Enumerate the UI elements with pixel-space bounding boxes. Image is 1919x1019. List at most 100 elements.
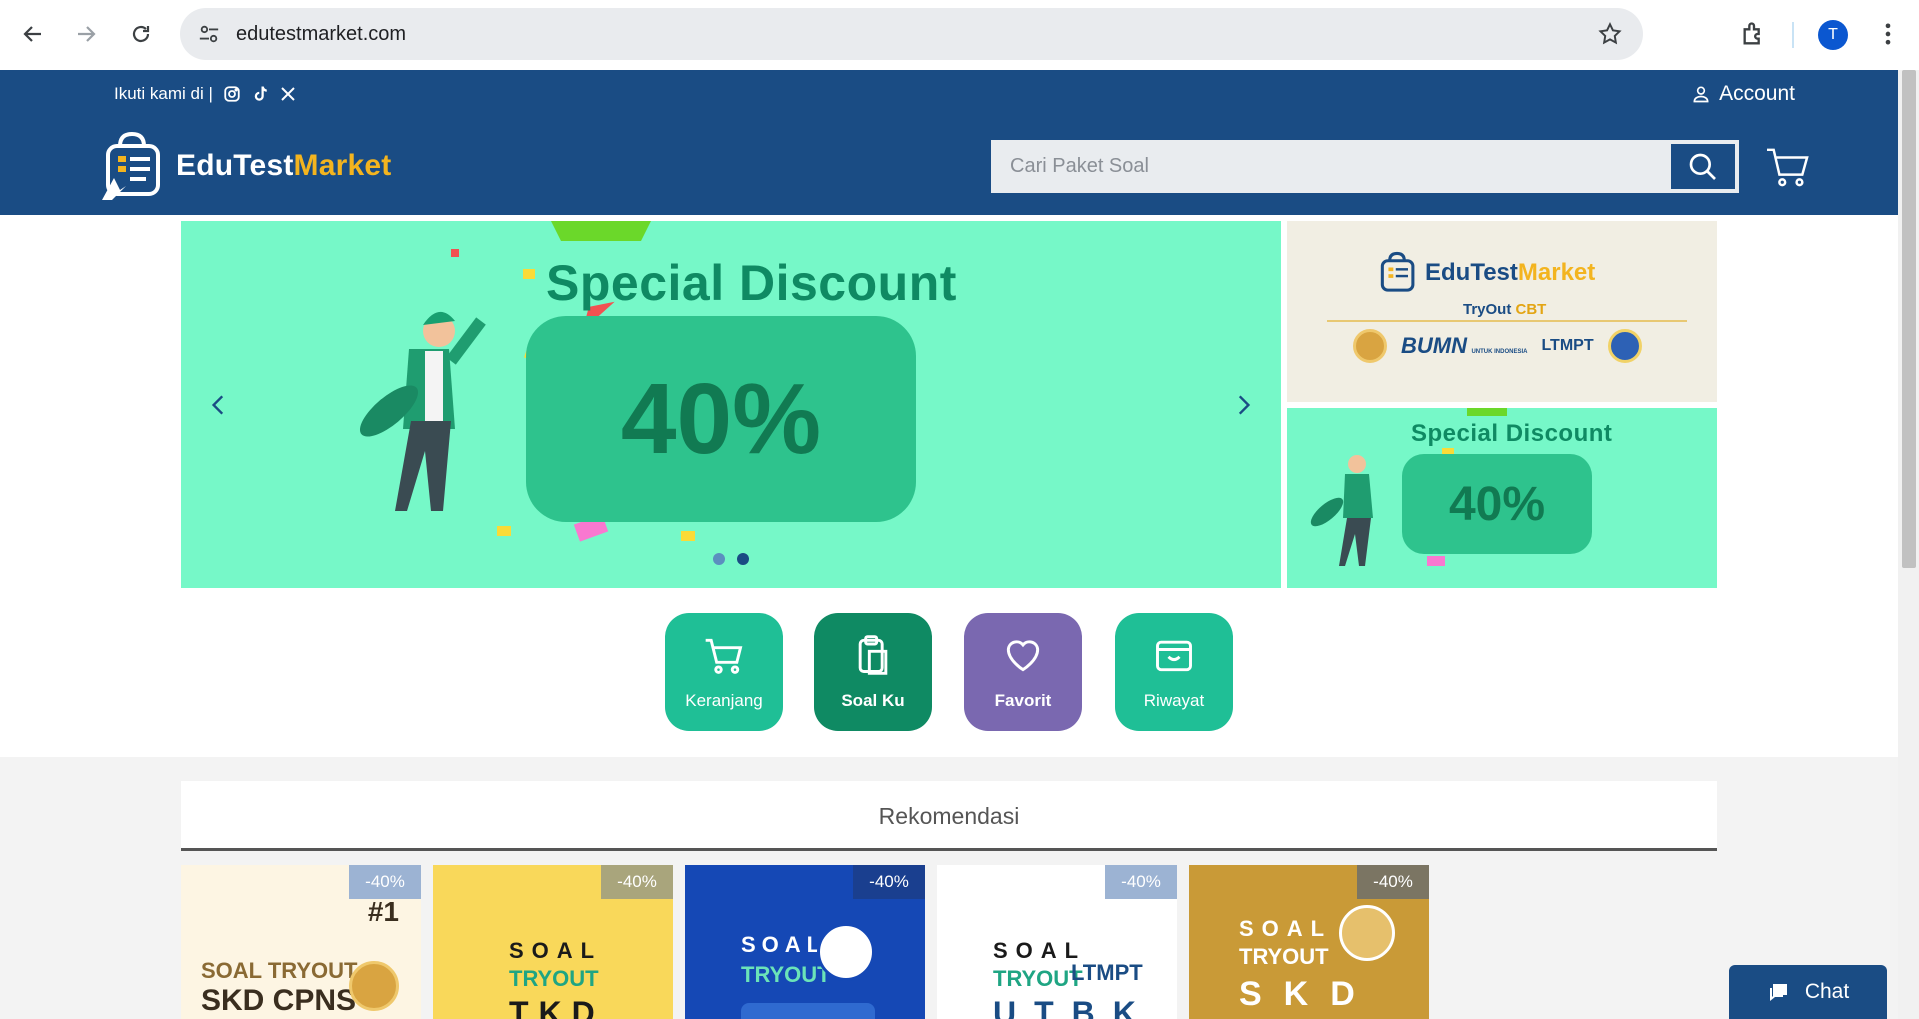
x-twitter-icon[interactable] xyxy=(279,85,297,103)
search-box xyxy=(991,140,1739,193)
brand-main: EduTest xyxy=(176,149,294,182)
arrow-right-icon xyxy=(78,26,96,42)
instagram-icon[interactable] xyxy=(223,85,241,103)
product-card[interactable]: -40% #1 SOAL TRYOUT SKD CPNS xyxy=(181,865,421,1019)
card-ribbon xyxy=(741,1003,875,1019)
social-follow: Ikuti kami di | xyxy=(114,84,297,104)
cart-icon xyxy=(705,638,743,674)
side-banner-brand: EduTestMarket xyxy=(1377,251,1595,295)
carousel-prev-button[interactable] xyxy=(181,365,257,445)
cart-icon[interactable] xyxy=(1765,146,1811,188)
follow-label: Ikuti kami di | xyxy=(114,84,213,103)
quick-menu-favorit[interactable]: Favorit xyxy=(964,613,1082,731)
quick-menu-soal-ku[interactable]: Soal Ku xyxy=(814,613,932,731)
browser-toolbar: edutestmarket.com T xyxy=(0,0,1919,70)
tryout-label: TryOut xyxy=(1463,301,1516,318)
side-banner-tryout[interactable]: EduTestMarket TryOut CBT BUMN UNTUK INDO… xyxy=(1287,221,1717,402)
skater-boy-illustration xyxy=(359,311,486,511)
quick-menu-label: Soal Ku xyxy=(841,691,905,710)
user-icon xyxy=(1693,86,1709,103)
site-logo[interactable]: EduTestMarket xyxy=(100,130,391,202)
shopping-bag-logo-icon xyxy=(102,131,160,200)
profile-avatar[interactable]: T xyxy=(1818,20,1848,50)
hero-carousel[interactable]: Special Discount 40% xyxy=(181,221,1281,588)
toolbar-divider xyxy=(1792,22,1794,48)
card-line-1: SOAL xyxy=(993,938,1087,963)
card-line-3: SKD xyxy=(1239,975,1377,1013)
discount-badge: -40% xyxy=(1357,865,1429,899)
bookmark-star-icon[interactable] xyxy=(1597,21,1623,47)
forward-button[interactable] xyxy=(66,14,106,54)
card-line-2: TRYOUT xyxy=(1239,944,1329,969)
account-label[interactable]: Account xyxy=(1719,82,1795,106)
card-line-1: SOAL xyxy=(1239,916,1333,941)
card-line-2: TRYOUT xyxy=(509,966,599,991)
bumn-small-text: UNTUK INDONESIA xyxy=(1471,349,1528,355)
product-card[interactable]: -40% SOAL TRYOUT SKD xyxy=(1189,865,1429,1019)
card-line-1: SOAL xyxy=(741,932,827,957)
search-icon xyxy=(1689,153,1716,180)
card-line-3: UTBK xyxy=(993,995,1154,1019)
site-header: Ikuti kami di | Account EduTestMarket xyxy=(0,70,1898,215)
address-bar[interactable]: edutestmarket.com xyxy=(180,8,1643,60)
shopping-bag-logo-icon xyxy=(1380,251,1415,292)
reload-icon xyxy=(132,25,150,43)
cbt-label: CBT xyxy=(1515,301,1547,318)
ltmpt-logo: LTMPT xyxy=(1071,960,1143,985)
scrollbar-thumb[interactable] xyxy=(1902,70,1916,568)
account-link[interactable]: Account xyxy=(1691,82,1795,106)
discount-badge: -40% xyxy=(853,865,925,899)
carousel-next-button[interactable] xyxy=(1205,365,1281,445)
hero-title: Special Discount xyxy=(546,255,957,311)
card-line-2: SKD CPNS xyxy=(201,984,357,1017)
gold-divider xyxy=(1327,320,1687,322)
side-discount-value: 40% xyxy=(1448,477,1546,531)
hero-discount-box: 40% xyxy=(526,316,916,522)
hero-discount-value: 40% xyxy=(620,362,822,475)
tiktok-icon[interactable] xyxy=(251,85,269,103)
extensions-icon[interactable] xyxy=(1740,20,1768,48)
back-button[interactable] xyxy=(13,14,53,54)
arrow-left-icon xyxy=(23,26,41,42)
search-input[interactable] xyxy=(993,142,1673,191)
garuda-emblem-icon xyxy=(349,961,399,1011)
chat-bubble-icon xyxy=(1769,984,1787,1001)
product-card[interactable]: -40% SOAL TRYOUT TKD xyxy=(433,865,673,1019)
search-button[interactable] xyxy=(1669,142,1737,191)
chat-button[interactable]: Chat xyxy=(1729,965,1887,1019)
site-settings-icon[interactable] xyxy=(198,23,220,45)
discount-badge: -40% xyxy=(349,865,421,899)
quick-menu-riwayat[interactable]: Riwayat xyxy=(1115,613,1233,731)
discount-badge: -40% xyxy=(1105,865,1177,899)
product-card[interactable]: -40% SOAL TRYOUT LTMPT UTBK xyxy=(937,865,1177,1019)
product-card[interactable]: -40% SOAL TRYOUT xyxy=(685,865,925,1019)
card-line-2: TRYOUT xyxy=(741,962,831,987)
partner-logos: BUMN UNTUK INDONESIA LTMPT xyxy=(1353,329,1642,363)
garuda-emblem-icon xyxy=(1339,905,1395,961)
heart-icon xyxy=(1006,640,1040,672)
card-line-1: SOAL xyxy=(509,938,603,963)
carousel-dot-2[interactable] xyxy=(737,553,749,565)
side-banner-discount[interactable]: Special Discount 40% xyxy=(1287,408,1717,588)
chevron-left-icon xyxy=(211,395,224,415)
bumn-logo: BUMN UNTUK INDONESIA xyxy=(1401,333,1527,359)
recommendation-title: Rekomendasi xyxy=(878,803,1020,829)
side-discount-title: Special Discount xyxy=(1411,420,1613,447)
carousel-dot-1[interactable] xyxy=(713,553,725,565)
more-menu-icon[interactable] xyxy=(1874,20,1902,48)
card-line-1: SOAL TRYOUT xyxy=(201,958,358,983)
card-line-2: TRYOUT xyxy=(993,966,1083,991)
chat-label[interactable]: Chat xyxy=(1805,980,1849,1004)
side-brand-main: EduTest xyxy=(1425,259,1518,286)
brand-name: EduTestMarket xyxy=(176,149,391,183)
quick-menu-keranjang[interactable]: Keranjang xyxy=(665,613,783,731)
garuda-emblem-icon xyxy=(1353,329,1387,363)
chevron-right-icon xyxy=(1238,395,1251,415)
quick-menu-label: Riwayat xyxy=(1143,691,1205,710)
skater-boy-illustration xyxy=(1310,455,1373,566)
tut-wuri-emblem-icon xyxy=(817,923,875,981)
bumn-text: BUMN xyxy=(1401,333,1467,358)
reload-button[interactable] xyxy=(121,14,161,54)
url-text[interactable]: edutestmarket.com xyxy=(236,23,406,46)
tut-wuri-emblem-icon xyxy=(1607,329,1642,363)
